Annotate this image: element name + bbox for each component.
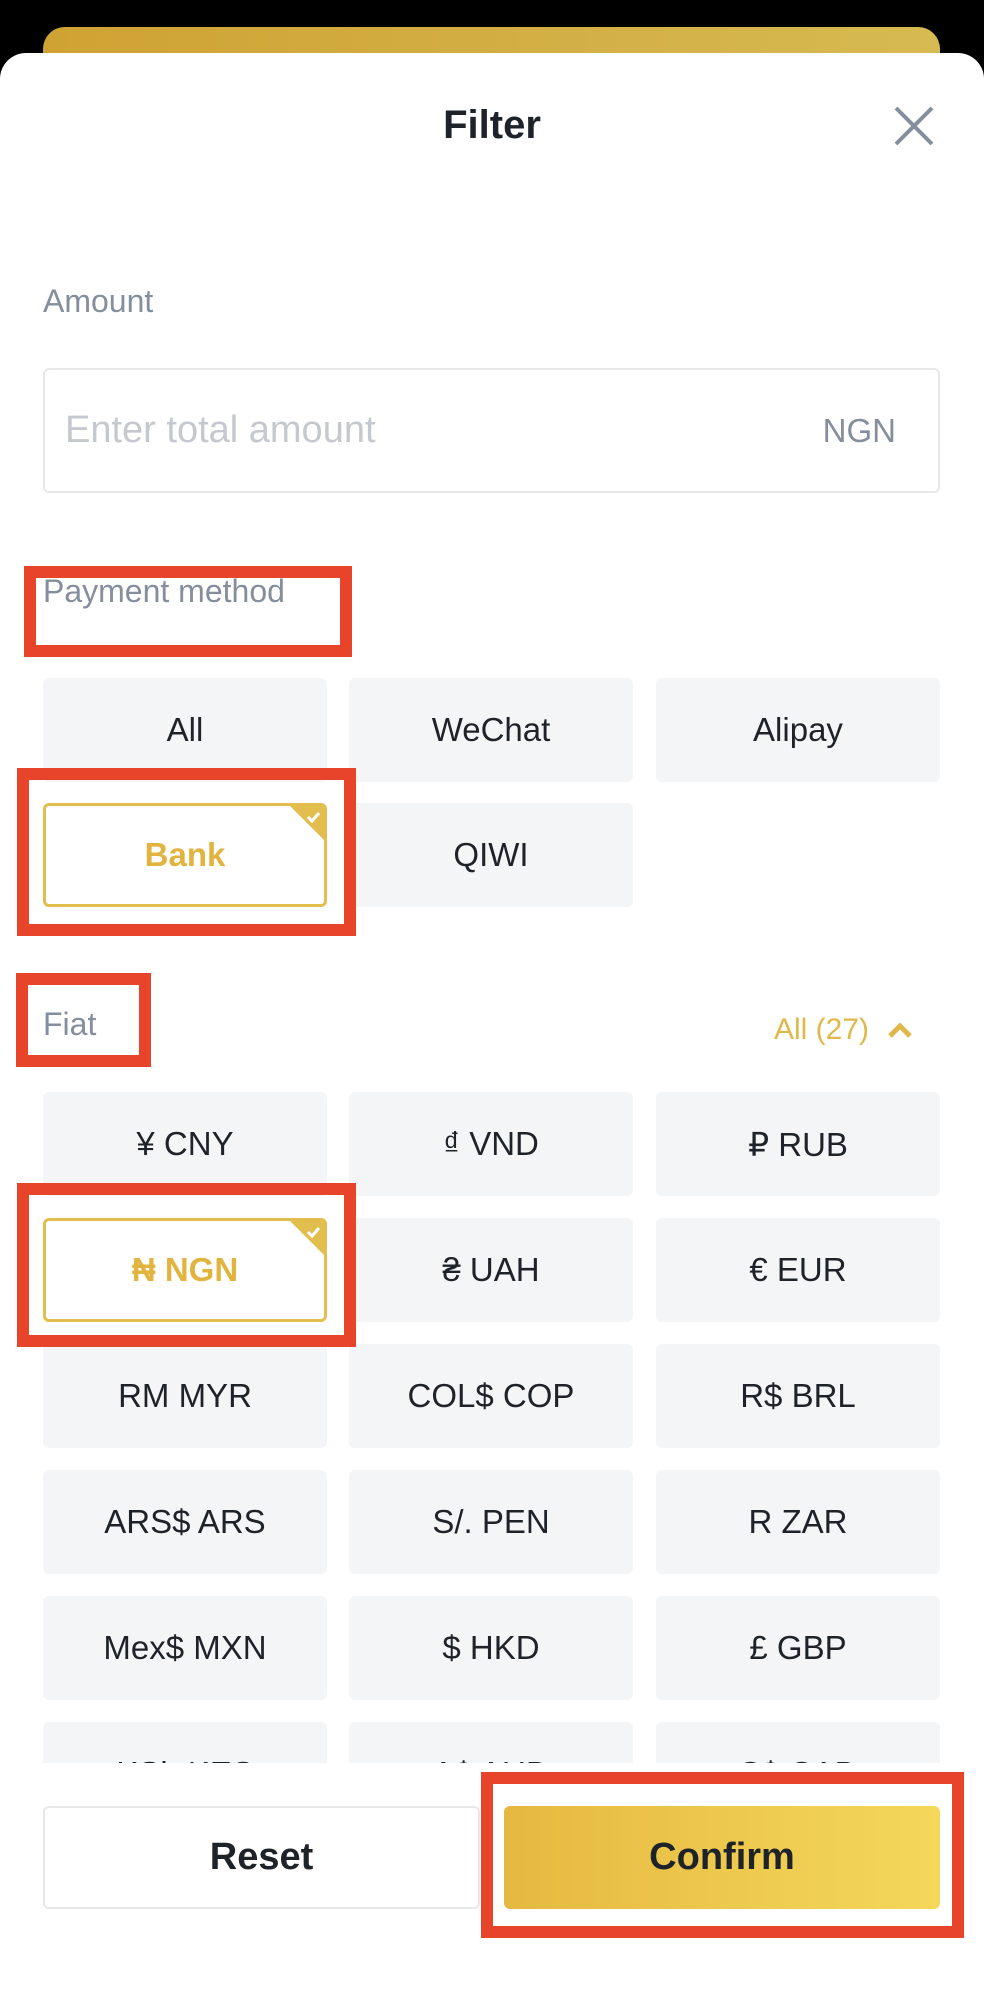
- payment-method-label: Payment method: [43, 573, 285, 609]
- fiat-option[interactable]: RM MYR: [43, 1344, 327, 1448]
- check-icon: [290, 806, 324, 840]
- amount-input[interactable]: [65, 370, 765, 491]
- fiat-option-label: ¥ CNY: [136, 1125, 234, 1162]
- payment-method-option-label: All: [166, 711, 204, 748]
- fiat-option[interactable]: ₽ RUB: [656, 1092, 940, 1196]
- fiat-option-label: A$ AUD: [432, 1755, 549, 1763]
- amount-label: Amount: [43, 283, 154, 319]
- close-icon: [894, 106, 934, 146]
- confirm-button[interactable]: Confirm: [504, 1806, 940, 1909]
- fiat-option[interactable]: ₴ UAH: [349, 1218, 633, 1322]
- fiat-option-label: ₫ VND: [443, 1125, 539, 1162]
- amount-unit: NGN: [822, 412, 896, 449]
- fiat-option[interactable]: COL$ COP: [349, 1344, 633, 1448]
- payment-method-option[interactable]: WeChat: [349, 678, 633, 782]
- fiat-option[interactable]: ₦ NGN: [43, 1218, 327, 1322]
- payment-method-option-label: Alipay: [753, 711, 843, 748]
- fiat-option-label: ₽ RUB: [748, 1125, 848, 1163]
- reset-button[interactable]: Reset: [43, 1806, 480, 1909]
- payment-method-option[interactable]: Bank: [43, 803, 327, 907]
- fiat-option[interactable]: € EUR: [656, 1218, 940, 1322]
- page-title: Filter: [443, 103, 541, 147]
- payment-method-option[interactable]: QIWI: [349, 803, 633, 907]
- check-icon: [290, 1221, 324, 1255]
- fiat-option[interactable]: R ZAR: [656, 1470, 940, 1574]
- fiat-option-label: ₦ NGN: [131, 1251, 239, 1288]
- selected-corner-badge: [289, 806, 324, 841]
- payment-method-option[interactable]: All: [43, 678, 327, 782]
- fiat-option-label: ARS$ ARS: [104, 1503, 266, 1540]
- filter-sheet: Filter Amount NGN Payment method All WeCh…: [0, 53, 984, 1999]
- fiat-option[interactable]: S/. PEN: [349, 1470, 633, 1574]
- fiat-option-label: $ HKD: [442, 1629, 540, 1666]
- fiat-option[interactable]: A$ AUD: [349, 1722, 633, 1763]
- payment-method-option[interactable]: Alipay: [656, 678, 940, 782]
- fiat-all-label: All (27): [774, 1013, 870, 1046]
- fiat-option[interactable]: ¥ CNY: [43, 1092, 327, 1196]
- fiat-all-toggle[interactable]: All (27): [774, 1008, 913, 1052]
- fiat-option-label: ₴ UAH: [442, 1251, 540, 1288]
- fiat-option-label: KSh KES: [116, 1755, 254, 1763]
- chevron-up-icon: [888, 1022, 912, 1038]
- close-button[interactable]: [890, 102, 938, 150]
- fiat-option-label: R ZAR: [748, 1503, 848, 1540]
- fiat-option[interactable]: C$ CAD: [656, 1722, 940, 1763]
- amount-field[interactable]: NGN: [43, 368, 940, 493]
- payment-method-option-label: WeChat: [431, 711, 551, 748]
- fiat-option[interactable]: R$ BRL: [656, 1344, 940, 1448]
- fiat-option-label: Mex$ MXN: [103, 1629, 267, 1666]
- fiat-option-label: R$ BRL: [740, 1377, 856, 1414]
- fiat-label: Fiat: [43, 1006, 97, 1042]
- fiat-option[interactable]: $ HKD: [349, 1596, 633, 1700]
- fiat-option-label: C$ CAD: [737, 1755, 858, 1763]
- selected-corner-badge: [289, 1221, 324, 1256]
- fiat-option[interactable]: KSh KES: [43, 1722, 327, 1763]
- fiat-option[interactable]: Mex$ MXN: [43, 1596, 327, 1700]
- fiat-option-label: £ GBP: [749, 1629, 847, 1666]
- fiat-option[interactable]: ARS$ ARS: [43, 1470, 327, 1574]
- fiat-option[interactable]: £ GBP: [656, 1596, 940, 1700]
- fiat-option-label: S/. PEN: [432, 1503, 550, 1540]
- fiat-options[interactable]: ¥ CNY ₫ VND ₽ RUB ₦ NGN ₴ UAH € EUR RM MYR COL$…: [0, 1092, 984, 1763]
- payment-method-option-label: QIWI: [453, 836, 529, 873]
- fiat-option-label: COL$ COP: [407, 1377, 575, 1414]
- fiat-option[interactable]: ₫ VND: [349, 1092, 633, 1196]
- payment-method-option-label: Bank: [144, 836, 226, 873]
- fiat-option-label: € EUR: [749, 1251, 847, 1288]
- fiat-option-label: RM MYR: [118, 1377, 252, 1414]
